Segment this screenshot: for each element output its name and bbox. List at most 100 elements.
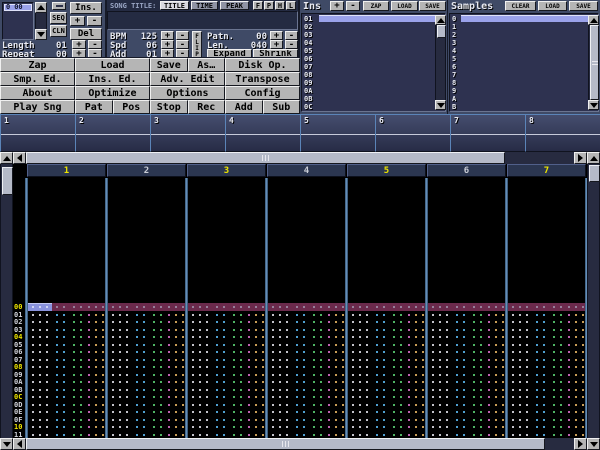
order-selected-row[interactable]: 0 00 — [4, 4, 32, 11]
pattern-cell[interactable] — [192, 366, 194, 368]
samples-load-button[interactable]: LOAD — [538, 1, 567, 11]
pattern-cell[interactable] — [512, 434, 514, 436]
pattern-cell[interactable] — [112, 359, 114, 361]
pattern-cell[interactable] — [112, 306, 114, 308]
pattern-vscroll-left-track[interactable] — [0, 164, 13, 438]
mini-f-button[interactable]: F — [253, 1, 263, 10]
main-button-pat[interactable]: Pat — [75, 100, 113, 114]
mini-p-button[interactable]: P — [264, 1, 274, 10]
pattern-cell[interactable] — [192, 344, 194, 346]
flip-button[interactable]: FLIP — [192, 31, 202, 58]
pattern-cell[interactable] — [32, 396, 34, 398]
channel-header-5[interactable]: 5 — [347, 164, 426, 177]
order-scroll-down[interactable] — [35, 29, 47, 40]
channel-header-1[interactable]: 1 — [27, 164, 106, 177]
song-title-field[interactable] — [107, 11, 298, 30]
pattern-cell[interactable] — [272, 336, 274, 338]
main-button-disk-op[interactable]: Disk Op. — [225, 58, 300, 72]
instrument-row[interactable]: 01 — [303, 15, 435, 23]
hscroll-top-left[interactable] — [13, 152, 26, 164]
main-button-about[interactable]: About — [0, 86, 75, 100]
pattern-cell[interactable] — [512, 366, 514, 368]
sample-row[interactable]: 1 — [451, 23, 588, 31]
pattern-cell[interactable] — [192, 351, 194, 353]
sample-row[interactable]: 4 — [451, 47, 588, 55]
order-tiny-button[interactable] — [52, 2, 66, 10]
main-button-add[interactable]: Add — [225, 100, 263, 114]
pattern-cell[interactable] — [272, 434, 274, 436]
pattern-cell[interactable] — [272, 329, 274, 331]
samples-scroll-track[interactable] — [588, 25, 599, 100]
pattern-cell[interactable] — [432, 434, 434, 436]
order-delete-button[interactable]: Del — [70, 28, 102, 40]
pattern-cell[interactable] — [272, 344, 274, 346]
order-scroll-track[interactable] — [35, 13, 47, 29]
channel-header-6[interactable]: 6 — [427, 164, 506, 177]
scope-channel-2[interactable]: 2 — [75, 114, 150, 152]
pattern-cell[interactable] — [432, 329, 434, 331]
pattern-cell[interactable] — [112, 336, 114, 338]
pattern-cell[interactable] — [512, 344, 514, 346]
pattern-cell[interactable] — [272, 411, 274, 413]
sample-row[interactable]: A — [451, 95, 588, 103]
pattern-cell[interactable] — [112, 314, 114, 316]
pattern-vscroll-right-down[interactable] — [587, 438, 600, 450]
bpm-minus-button[interactable]: - — [176, 31, 189, 40]
pattern-cell[interactable] — [432, 366, 434, 368]
main-button-save[interactable]: Save — [150, 58, 188, 72]
pattern-cell[interactable] — [352, 314, 354, 316]
main-button-transpose[interactable]: Transpose — [225, 72, 300, 86]
samples-scroll-up[interactable] — [588, 15, 599, 25]
pattern-cell[interactable] — [112, 396, 114, 398]
pattern-cell[interactable] — [352, 329, 354, 331]
pattern-cell[interactable] — [352, 374, 354, 376]
samples-clear-button[interactable]: CLEAR — [505, 1, 536, 11]
instrument-row[interactable]: 02 — [303, 23, 435, 31]
ins-load-button[interactable]: LOAD — [391, 1, 418, 11]
pattern-cell[interactable] — [272, 306, 274, 308]
pattern-cell[interactable] — [272, 381, 274, 383]
instrument-row[interactable]: 06 — [303, 55, 435, 63]
instrument-row[interactable]: 08 — [303, 71, 435, 79]
pattern-cell[interactable] — [352, 419, 354, 421]
pattern-cell[interactable] — [432, 426, 434, 428]
pattern-cell[interactable] — [32, 306, 34, 308]
pattern-cell[interactable] — [432, 359, 434, 361]
channel-header-2[interactable]: 2 — [107, 164, 186, 177]
len-plus-button[interactable]: + — [270, 40, 283, 49]
pattern-vscroll-right-up[interactable] — [587, 152, 600, 164]
pattern-cell[interactable] — [272, 359, 274, 361]
patn-minus-button[interactable]: - — [285, 31, 298, 40]
pattern-cell[interactable] — [432, 396, 434, 398]
main-button-as[interactable]: As… — [188, 58, 226, 72]
pattern-cell[interactable] — [32, 426, 34, 428]
pattern-cell[interactable] — [272, 351, 274, 353]
instrument-row[interactable]: 05 — [303, 47, 435, 55]
hscroll-top-right[interactable] — [574, 152, 587, 164]
pattern-cell[interactable] — [112, 374, 114, 376]
channel-header-4[interactable]: 4 — [267, 164, 346, 177]
sample-row[interactable]: 3 — [451, 39, 588, 47]
pattern-cell[interactable] — [32, 321, 34, 323]
channel-header-7[interactable]: 7 — [507, 164, 586, 177]
pattern-cell[interactable] — [432, 321, 434, 323]
main-button-smp-ed[interactable]: Smp. Ed. — [0, 72, 75, 86]
pattern-cell[interactable] — [192, 396, 194, 398]
pattern-cell[interactable] — [32, 411, 34, 413]
pattern-cell[interactable] — [192, 411, 194, 413]
mini-l-button[interactable]: L — [286, 1, 296, 10]
main-button-zap[interactable]: Zap — [0, 58, 75, 72]
pattern-cell[interactable] — [512, 321, 514, 323]
instrument-row[interactable]: 04 — [303, 39, 435, 47]
spd-plus-button[interactable]: + — [161, 40, 174, 49]
pattern-cell[interactable] — [512, 314, 514, 316]
main-button-options[interactable]: Options — [150, 86, 225, 100]
instrument-row[interactable]: 09 — [303, 79, 435, 87]
pattern-cell[interactable] — [272, 366, 274, 368]
cln-button[interactable]: CLN — [50, 25, 67, 37]
length-minus-button[interactable]: - — [88, 40, 102, 49]
tab-time[interactable]: TIME — [191, 1, 218, 10]
pattern-cell[interactable] — [432, 374, 434, 376]
pattern-cell[interactable] — [192, 389, 194, 391]
pattern-cell[interactable] — [32, 329, 34, 331]
